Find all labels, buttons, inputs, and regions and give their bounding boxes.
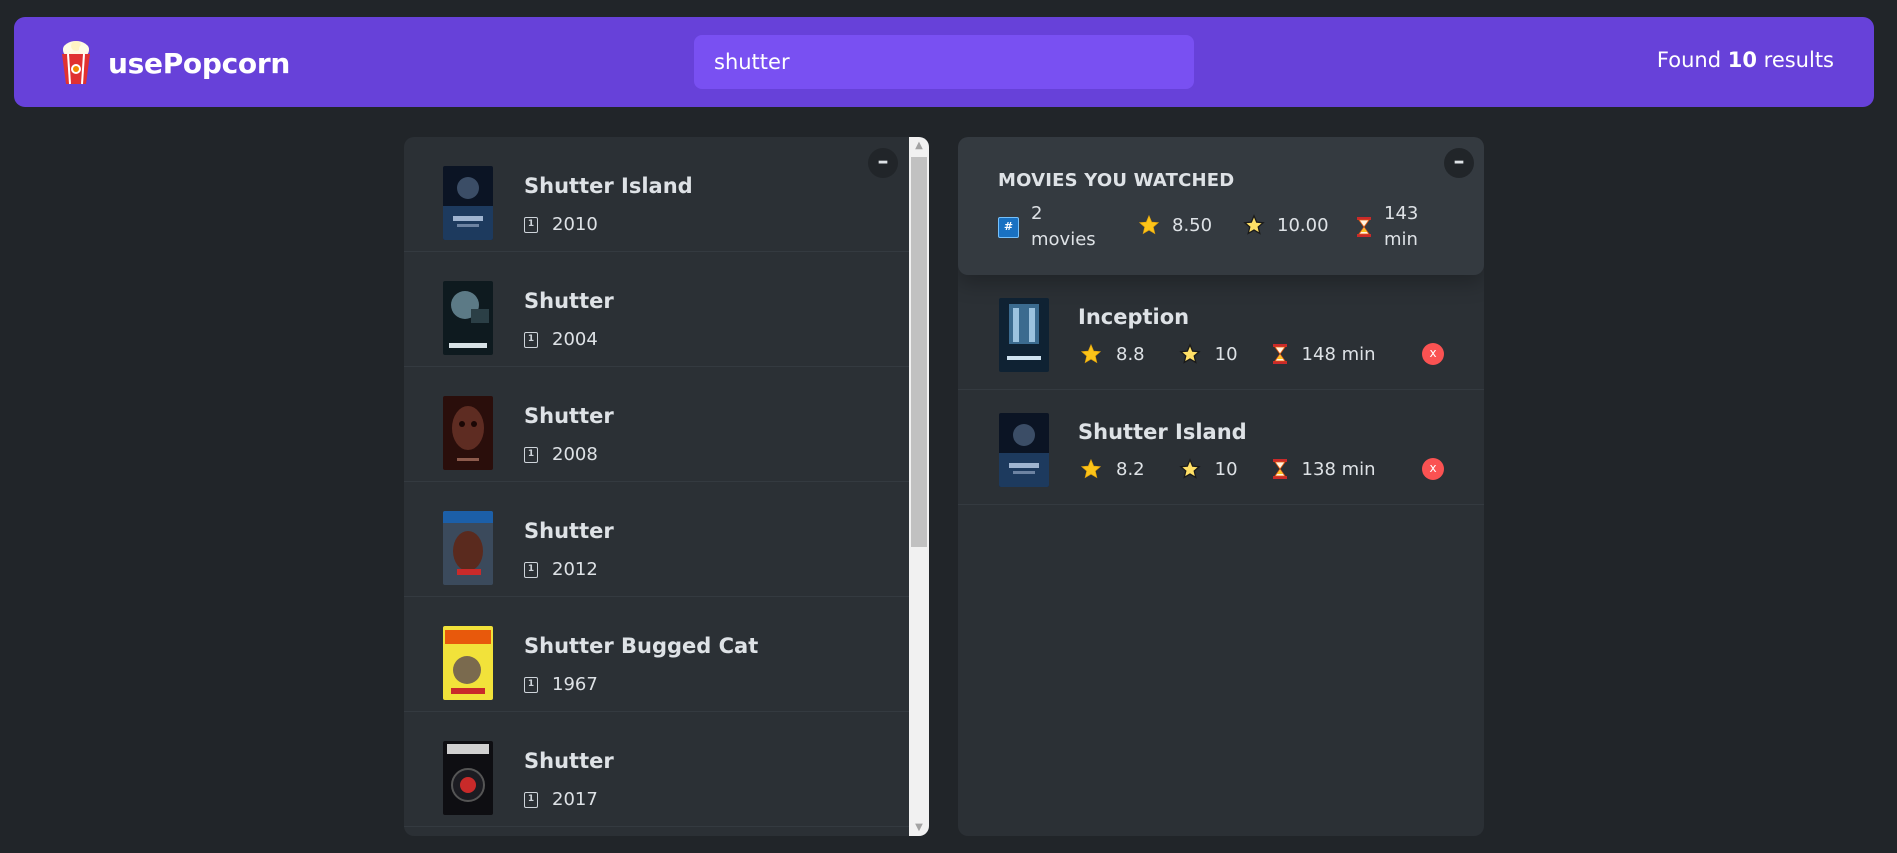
watched-movie-item: Inception 8.8 10 148 min x bbox=[958, 275, 1484, 390]
delete-watched-button[interactable]: x bbox=[1422, 343, 1444, 365]
movie-year-row: 1 2017 bbox=[524, 789, 598, 810]
collapse-watched-button[interactable]: – bbox=[1444, 148, 1474, 178]
scroll-up-arrow-icon[interactable]: ▲ bbox=[909, 137, 929, 154]
movie-title: Shutter Island bbox=[524, 174, 693, 198]
movie-year: 2004 bbox=[552, 329, 598, 350]
calendar-icon: 1 bbox=[524, 331, 538, 348]
list-scrollbar[interactable]: ▲ ▼ bbox=[909, 137, 929, 836]
movie-poster bbox=[443, 281, 493, 355]
movie-list-item[interactable]: Shutter 1 2008 bbox=[404, 367, 909, 482]
movie-year: 1967 bbox=[552, 674, 598, 695]
movie-year-row: 1 2010 bbox=[524, 214, 598, 235]
user-rating: 10 bbox=[1214, 343, 1238, 365]
movie-list-box: – Shutter Island 1 2010 Shutter 1 2004 S… bbox=[404, 137, 929, 836]
calendar-icon: 1 bbox=[524, 216, 538, 233]
glowing-star-icon bbox=[1243, 214, 1265, 235]
hash-icon: # bbox=[998, 216, 1019, 238]
movie-poster bbox=[443, 626, 493, 700]
user-rating: 10 bbox=[1214, 458, 1238, 480]
movie-poster bbox=[443, 741, 493, 815]
movie-poster bbox=[443, 166, 493, 240]
calendar-icon: 1 bbox=[524, 446, 538, 463]
results-count: Found 10 results bbox=[1656, 48, 1834, 72]
logo: usePopcorn bbox=[58, 40, 290, 86]
summary-heading: Movies you watched bbox=[998, 170, 1235, 191]
collapse-list-button[interactable]: – bbox=[868, 148, 898, 178]
movie-list-item[interactable]: Shutter 1 2017 bbox=[404, 712, 909, 827]
watched-stats: 8.8 10 148 min bbox=[1080, 343, 1410, 365]
hourglass-icon bbox=[1357, 217, 1371, 237]
movie-list-item[interactable]: Shutter 1 2012 bbox=[404, 482, 909, 597]
watched-stats: 8.2 10 138 min bbox=[1080, 458, 1410, 480]
movie-list-item[interactable]: Shutter Bugged Cat 1 1967 bbox=[404, 597, 909, 712]
calendar-icon: 1 bbox=[524, 791, 538, 808]
movie-year-row: 1 2012 bbox=[524, 559, 598, 580]
calendar-icon: 1 bbox=[524, 676, 538, 693]
app-title: usePopcorn bbox=[108, 46, 290, 80]
runtime: 138 min bbox=[1301, 458, 1376, 480]
watched-box: Movies you watched # 2 movies 8.50 10.00 bbox=[958, 137, 1484, 836]
watched-movie-item: Shutter Island 8.2 10 138 min x bbox=[958, 390, 1484, 505]
movie-poster bbox=[999, 413, 1049, 487]
scroll-thumb[interactable] bbox=[911, 157, 927, 547]
hourglass-icon bbox=[1272, 344, 1287, 364]
movie-year-row: 1 1967 bbox=[524, 674, 598, 695]
movie-year: 2008 bbox=[552, 444, 598, 465]
movie-title: Shutter bbox=[524, 289, 614, 313]
runtime: 148 min bbox=[1301, 343, 1376, 365]
results-number: 10 bbox=[1727, 48, 1757, 72]
movie-title: Shutter Bugged Cat bbox=[524, 634, 759, 658]
summary-movies-count: # 2 movies bbox=[998, 201, 1096, 253]
movie-title: Shutter bbox=[524, 519, 614, 543]
star-icon bbox=[1138, 214, 1160, 235]
movie-list-item[interactable]: Shutter Island 1 2010 bbox=[404, 137, 909, 252]
watched-title: Shutter Island bbox=[1078, 420, 1247, 444]
scroll-down-arrow-icon[interactable]: ▼ bbox=[909, 819, 929, 836]
movie-title: Shutter bbox=[524, 404, 614, 428]
movie-poster bbox=[999, 298, 1049, 372]
movie-title: Shutter bbox=[524, 749, 614, 773]
glowing-star-icon bbox=[1178, 458, 1201, 479]
movie-year-row: 1 2008 bbox=[524, 444, 598, 465]
movie-list-item[interactable]: Shutter 1 2004 bbox=[404, 252, 909, 367]
imdb-rating: 8.2 bbox=[1116, 458, 1145, 480]
summary-imdb-rating: 8.50 bbox=[1138, 214, 1212, 236]
search-input[interactable] bbox=[694, 35, 1194, 89]
navbar: usePopcorn Found 10 results bbox=[14, 17, 1874, 107]
summary-user-rating: 10.00 bbox=[1243, 214, 1329, 236]
summary-runtime: 143 min bbox=[1356, 201, 1418, 253]
watched-summary: Movies you watched # 2 movies 8.50 10.00 bbox=[958, 137, 1484, 275]
movie-year: 2010 bbox=[552, 214, 598, 235]
glowing-star-icon bbox=[1178, 343, 1201, 364]
movie-year: 2017 bbox=[552, 789, 598, 810]
star-icon bbox=[1080, 343, 1102, 364]
calendar-icon: 1 bbox=[524, 561, 538, 578]
hourglass-icon bbox=[1272, 459, 1287, 479]
star-icon bbox=[1080, 458, 1102, 479]
movie-poster bbox=[443, 511, 493, 585]
movie-year-row: 1 2004 bbox=[524, 329, 598, 350]
watched-title: Inception bbox=[1078, 305, 1190, 329]
movie-year: 2012 bbox=[552, 559, 598, 580]
imdb-rating: 8.8 bbox=[1116, 343, 1145, 365]
popcorn-icon bbox=[62, 41, 90, 85]
delete-watched-button[interactable]: x bbox=[1422, 458, 1444, 480]
movie-poster bbox=[443, 396, 493, 470]
